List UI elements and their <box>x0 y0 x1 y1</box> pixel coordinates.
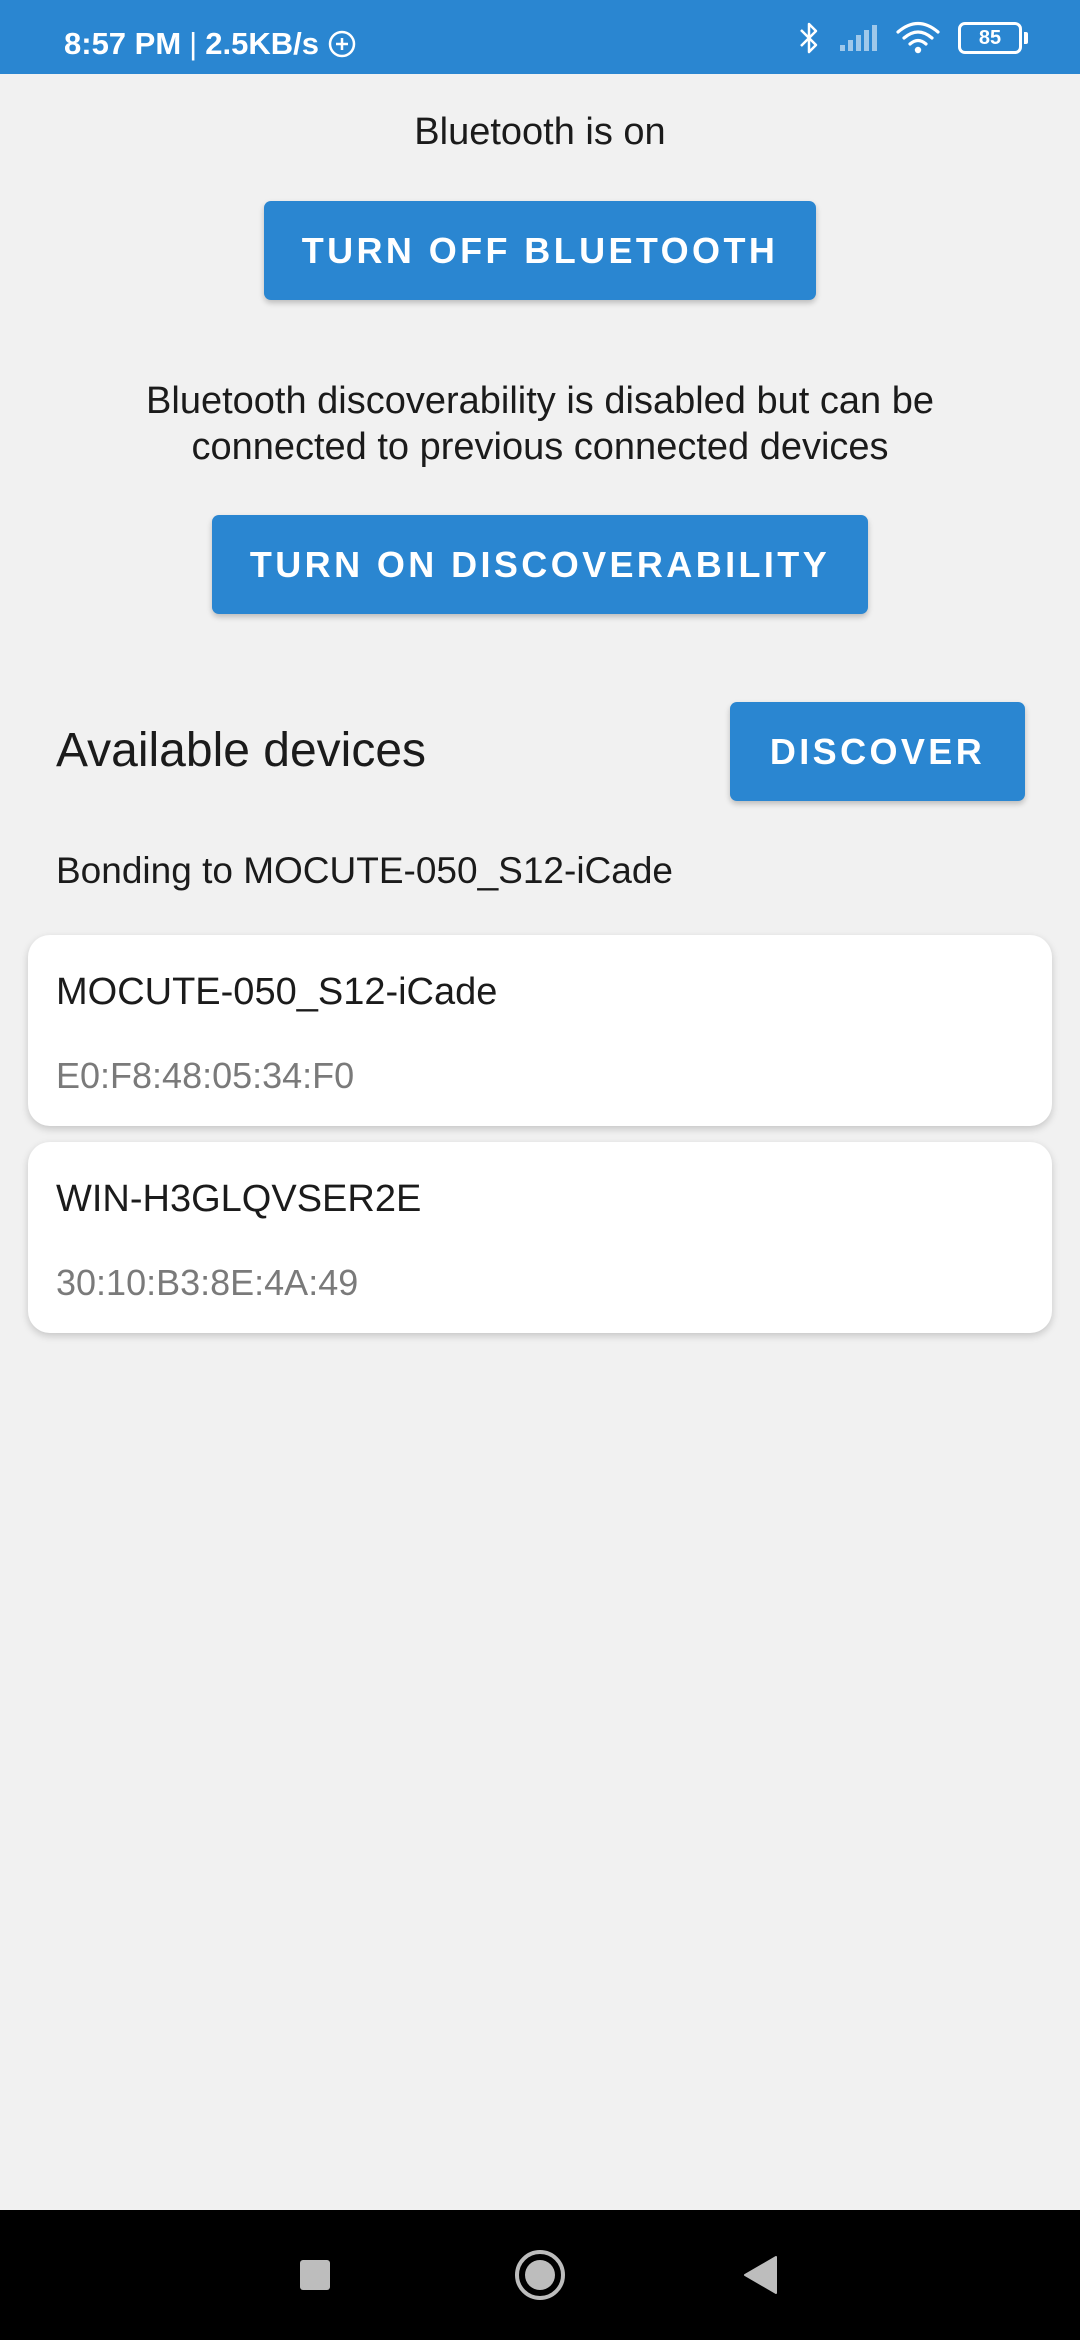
home-circle-icon <box>513 2248 567 2302</box>
discover-button[interactable]: Discover <box>730 702 1025 801</box>
status-left: 8:57 PM | 2.5KB/s <box>64 26 357 62</box>
status-separator: | <box>189 26 198 61</box>
navigation-bar <box>0 2210 1080 2340</box>
status-speed: 2.5KB/s <box>205 26 319 61</box>
discoverability-status: Bluetooth discoverability is disabled bu… <box>0 378 1080 470</box>
battery-icon: 85 <box>958 22 1028 54</box>
device-card[interactable]: WIN-H3GLQVSER2E 30:10:B3:8E:4A:49 <box>28 1142 1052 1333</box>
back-triangle-icon <box>742 2255 780 2295</box>
status-right: 85 <box>798 20 1028 56</box>
discoverability-status-line2: connected to previous connected devices <box>191 426 889 468</box>
back-button[interactable] <box>706 2210 816 2340</box>
status-bar: 8:57 PM | 2.5KB/s 85 <box>0 0 1080 74</box>
battery-level: 85 <box>978 27 1002 49</box>
bluetooth-status: Bluetooth is on <box>414 111 666 153</box>
device-address: E0:F8:48:05:34:F0 <box>56 1055 355 1096</box>
turn-on-discoverability-button[interactable]: Turn on discoverability <box>212 515 868 614</box>
device-name: WIN-H3GLQVSER2E <box>56 1178 422 1220</box>
bonding-status: Bonding to MOCUTE-050_S12-iCade <box>56 850 673 891</box>
device-card[interactable]: MOCUTE-050_S12-iCade E0:F8:48:05:34:F0 <box>28 935 1052 1126</box>
recents-button[interactable] <box>260 2210 370 2340</box>
discover-label: Discover <box>769 730 986 772</box>
screen: 8:57 PM | 2.5KB/s 85 Bluetooth is on TUR… <box>0 0 1080 2340</box>
bluetooth-icon <box>798 20 820 56</box>
sync-icon <box>327 29 357 59</box>
discoverability-status-line1: Bluetooth discoverability is disabled bu… <box>146 380 934 422</box>
turn-off-bluetooth-button[interactable]: Turn off Bluetooth <box>264 201 816 300</box>
home-button[interactable] <box>485 2210 595 2340</box>
turn-off-bluetooth-label: Turn off Bluetooth <box>301 229 779 271</box>
recents-square-icon <box>298 2258 332 2292</box>
available-devices-title: Available devices <box>56 724 427 777</box>
device-address: 30:10:B3:8E:4A:49 <box>56 1262 359 1303</box>
turn-on-discoverability-label: Turn on discoverability <box>249 543 831 585</box>
signal-icon <box>838 23 878 53</box>
status-time: 8:57 PM <box>64 26 182 61</box>
device-name: MOCUTE-050_S12-iCade <box>56 971 498 1013</box>
wifi-icon <box>896 21 940 55</box>
